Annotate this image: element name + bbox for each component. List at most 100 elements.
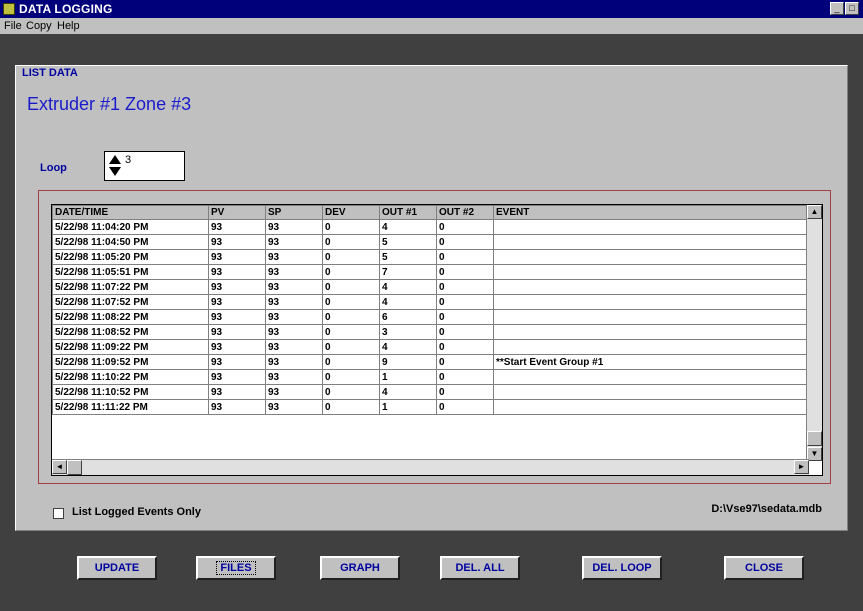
table-cell[interactable] [493,279,810,295]
table-cell[interactable] [493,399,810,415]
table-cell[interactable]: 5/22/98 11:09:22 PM [52,339,209,355]
table-row[interactable]: 5/22/98 11:05:20 PM 93 93 0 5 0 [52,249,810,265]
table-cell[interactable] [493,309,810,325]
maximize-button[interactable]: □ [845,2,859,15]
table-cell[interactable]: 93 [208,384,266,400]
table-cell[interactable]: 93 [265,369,323,385]
table-cell[interactable]: 93 [208,234,266,250]
table-cell[interactable]: 0 [322,369,380,385]
logged-events-label[interactable]: List Logged Events Only [72,506,201,518]
table-cell[interactable]: 93 [265,279,323,295]
table-cell[interactable]: 5/22/98 11:04:50 PM [52,234,209,250]
col-header-event[interactable]: EVENT [493,205,810,220]
table-cell[interactable]: 93 [208,279,266,295]
vertical-scrollbar[interactable]: ▲ ▼ [806,205,822,461]
graph-button[interactable]: GRAPH [320,556,400,580]
table-cell[interactable] [493,294,810,310]
scroll-down-icon[interactable]: ▼ [807,447,822,461]
table-cell[interactable]: 0 [322,309,380,325]
table-row[interactable]: 5/22/98 11:08:22 PM 93 93 0 6 0 [52,309,810,325]
table-cell[interactable]: 0 [436,354,494,370]
table-row[interactable]: 5/22/98 11:09:22 PM 93 93 0 4 0 [52,339,810,355]
table-row[interactable]: 5/22/98 11:04:50 PM 93 93 0 5 0 [52,234,810,250]
table-cell[interactable]: 5/22/98 11:11:22 PM [52,399,209,415]
loop-value[interactable]: 3 [125,154,131,166]
table-cell[interactable]: 93 [265,219,323,235]
delete-all-button[interactable]: DEL. ALL [440,556,520,580]
spin-up-icon[interactable] [109,155,121,164]
table-cell[interactable]: 93 [208,294,266,310]
table-cell[interactable]: 5/22/98 11:04:20 PM [52,219,209,235]
table-cell[interactable] [493,249,810,265]
table-cell[interactable]: 5/22/98 11:07:52 PM [52,294,209,310]
table-cell[interactable]: 1 [379,369,437,385]
table-cell[interactable]: 0 [436,249,494,265]
table-cell[interactable]: 0 [322,339,380,355]
table-cell[interactable]: 5/22/98 11:10:22 PM [52,369,209,385]
table-row[interactable]: 5/22/98 11:05:51 PM 93 93 0 7 0 [52,264,810,280]
table-cell[interactable]: 0 [436,384,494,400]
spin-arrows-icon[interactable] [107,154,123,178]
table-cell[interactable]: 5/22/98 11:05:20 PM [52,249,209,265]
table-cell[interactable]: 93 [265,384,323,400]
table-cell[interactable]: 93 [265,264,323,280]
table-cell[interactable]: 93 [208,264,266,280]
table-cell[interactable]: 93 [208,399,266,415]
table-row[interactable]: 5/22/98 11:08:52 PM 93 93 0 3 0 [52,324,810,340]
table-cell[interactable]: 93 [265,339,323,355]
table-cell[interactable]: 93 [208,369,266,385]
table-cell[interactable]: 0 [436,264,494,280]
table-cell[interactable]: 0 [436,399,494,415]
table-cell[interactable]: 0 [322,324,380,340]
menu-copy[interactable]: Copy [26,20,52,32]
table-cell[interactable]: 5/22/98 11:10:52 PM [52,384,209,400]
col-header-datetime[interactable]: DATE/TIME [52,205,209,220]
table-cell[interactable]: 0 [322,234,380,250]
table-cell[interactable] [493,264,810,280]
table-cell[interactable]: 0 [322,219,380,235]
table-cell[interactable] [493,234,810,250]
table-row[interactable]: 5/22/98 11:11:22 PM 93 93 0 1 0 [52,399,810,415]
table-cell[interactable]: 93 [208,354,266,370]
table-cell[interactable]: 93 [265,309,323,325]
table-cell[interactable]: 5/22/98 11:05:51 PM [52,264,209,280]
table-cell[interactable]: 93 [265,354,323,370]
table-cell[interactable]: 4 [379,219,437,235]
col-header-out1[interactable]: OUT #1 [379,205,437,220]
col-header-sp[interactable]: SP [265,205,323,220]
table-cell[interactable] [493,384,810,400]
table-cell[interactable]: 0 [436,309,494,325]
table-cell[interactable] [493,369,810,385]
table-cell[interactable]: 93 [265,399,323,415]
data-grid[interactable]: DATE/TIME PV SP DEV OUT #1 OUT #2 EVENT … [51,204,823,476]
table-row[interactable]: 5/22/98 11:10:52 PM 93 93 0 4 0 [52,384,810,400]
table-cell[interactable]: 93 [265,234,323,250]
table-cell[interactable]: 0 [322,279,380,295]
table-cell[interactable]: 93 [208,249,266,265]
table-cell[interactable]: 5/22/98 11:08:22 PM [52,309,209,325]
table-cell[interactable]: 0 [436,219,494,235]
table-cell[interactable]: 0 [436,339,494,355]
table-cell[interactable]: 0 [322,264,380,280]
col-header-pv[interactable]: PV [208,205,266,220]
vertical-scroll-thumb[interactable] [807,431,822,446]
scroll-up-icon[interactable]: ▲ [807,205,822,219]
table-row[interactable]: 5/22/98 11:07:52 PM 93 93 0 4 0 [52,294,810,310]
table-cell[interactable]: 4 [379,279,437,295]
table-cell[interactable]: 0 [322,384,380,400]
minimize-button[interactable]: _ [830,2,844,15]
table-cell[interactable]: 0 [436,324,494,340]
table-cell[interactable]: 0 [322,399,380,415]
update-button[interactable]: UPDATE [77,556,157,580]
table-cell[interactable]: 0 [436,279,494,295]
table-cell[interactable]: 5 [379,234,437,250]
table-cell[interactable]: 93 [208,219,266,235]
col-header-dev[interactable]: DEV [322,205,380,220]
table-cell[interactable]: 9 [379,354,437,370]
table-cell[interactable]: 93 [208,339,266,355]
menu-file[interactable]: File [4,20,22,32]
logged-events-checkbox[interactable] [53,508,64,519]
horizontal-scrollbar[interactable]: ◄ ► [52,459,809,475]
files-button[interactable]: FILES [196,556,276,580]
loop-spinner[interactable]: 3 [104,151,185,181]
